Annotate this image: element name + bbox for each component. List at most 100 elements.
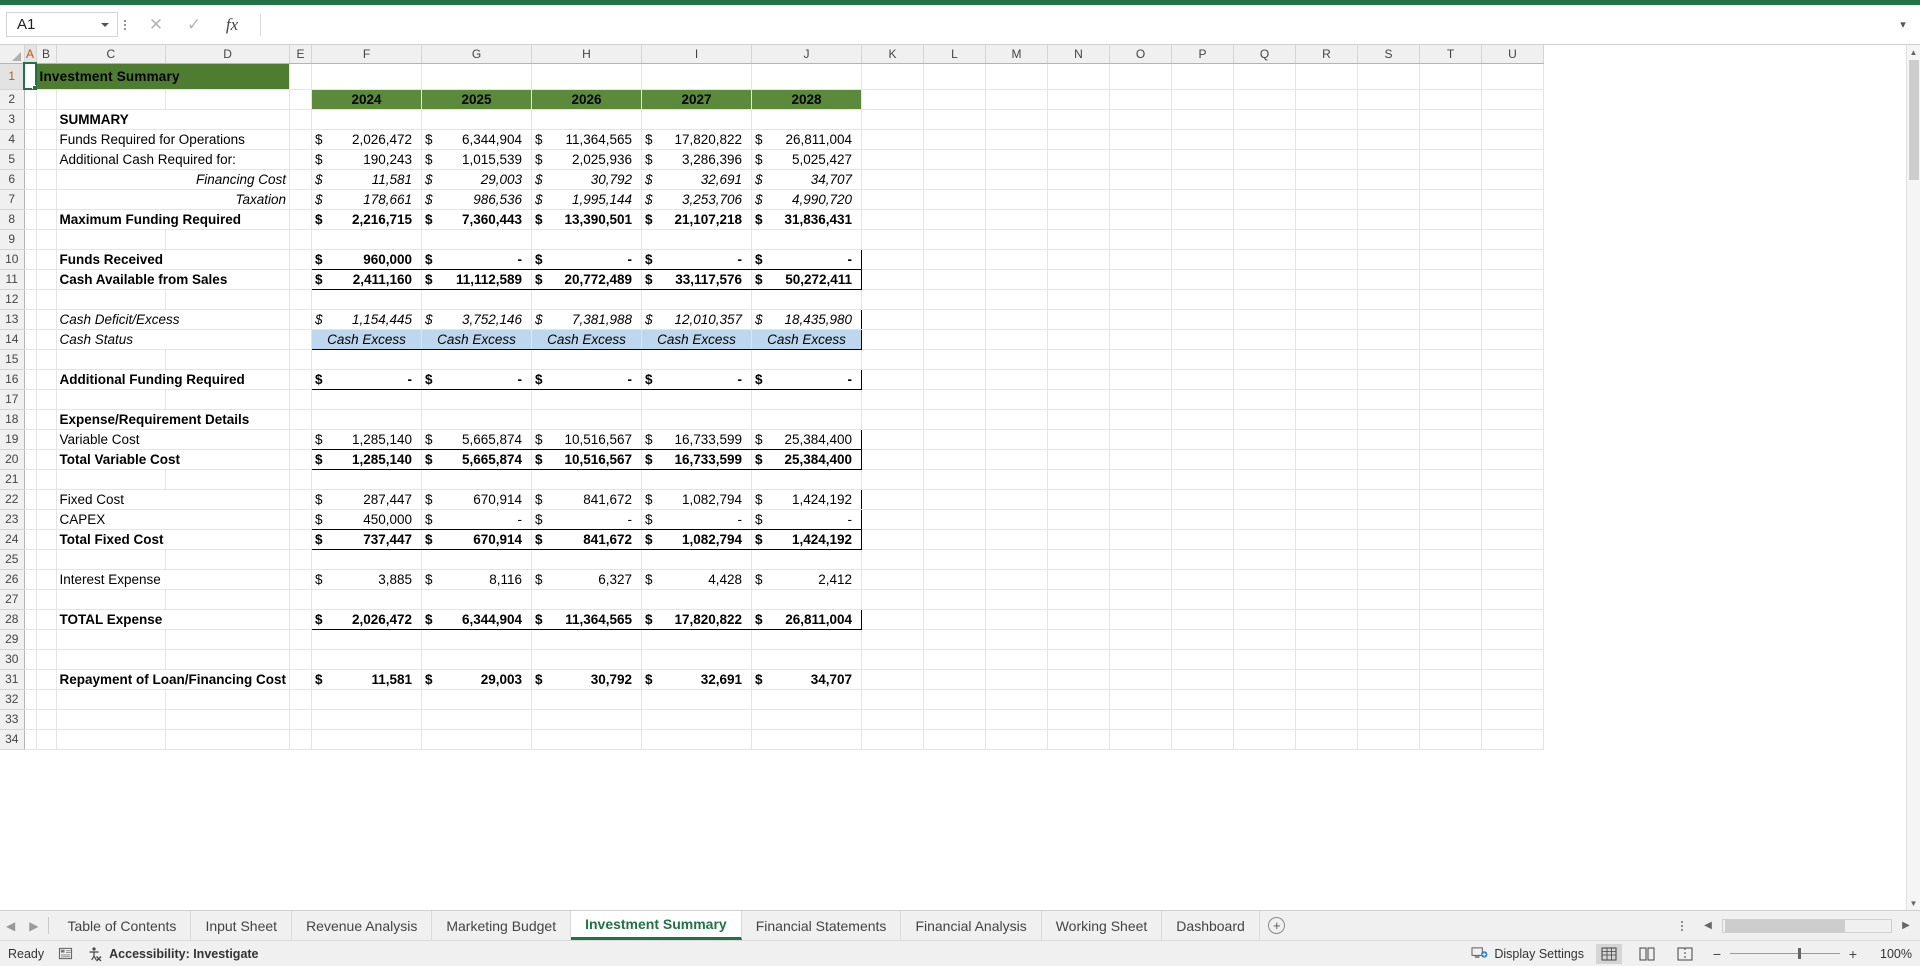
cell-B29[interactable] (36, 629, 57, 650)
cell-B24[interactable] (36, 529, 57, 550)
cell-A19[interactable] (24, 429, 37, 450)
cell-P3[interactable] (1171, 109, 1235, 130)
cell-K25[interactable] (861, 549, 925, 570)
confirm-entry-icon[interactable]: ✓ (175, 12, 213, 38)
cell-E11[interactable] (289, 269, 313, 290)
cell-N16[interactable] (1047, 369, 1111, 390)
value-F14[interactable]: Cash Excess (311, 329, 423, 350)
cell-A31[interactable] (24, 669, 37, 690)
cell-M32[interactable] (985, 689, 1049, 710)
cell-S18[interactable] (1357, 409, 1421, 430)
cell-Q3[interactable] (1233, 109, 1297, 130)
cell-Q15[interactable] (1233, 349, 1297, 370)
cell-Q10[interactable] (1233, 249, 1297, 270)
cell-P29[interactable] (1171, 629, 1235, 650)
row-header-20[interactable]: 20 (0, 449, 25, 470)
cell-P30[interactable] (1171, 649, 1235, 670)
cell-T17[interactable] (1419, 389, 1483, 410)
column-header-C[interactable]: C (56, 45, 167, 64)
cell-E31[interactable] (289, 669, 313, 690)
row-header-22[interactable]: 22 (0, 489, 25, 510)
cell-U32[interactable] (1481, 689, 1545, 710)
cell-S4[interactable] (1357, 129, 1421, 150)
row-header-24[interactable]: 24 (0, 529, 25, 550)
cell-S28[interactable] (1357, 609, 1421, 630)
cell-Q1[interactable] (1233, 63, 1297, 90)
cell-P1[interactable] (1171, 63, 1235, 90)
cell-H17[interactable] (531, 389, 643, 410)
cell-F32[interactable] (311, 689, 423, 710)
cell-T14[interactable] (1419, 329, 1483, 350)
cell-K11[interactable] (861, 269, 925, 290)
cell-A24[interactable] (24, 529, 37, 550)
row-header-28[interactable]: 28 (0, 609, 25, 630)
cell-O15[interactable] (1109, 349, 1173, 370)
cell-J34[interactable] (751, 729, 863, 750)
cell-L7[interactable] (923, 189, 987, 210)
cell-E10[interactable] (289, 249, 313, 270)
value-H13[interactable]: $7,381,988 (531, 308, 643, 330)
zoom-in-button[interactable]: + (1846, 946, 1860, 962)
cell-B12[interactable] (36, 289, 57, 310)
cell-N21[interactable] (1047, 469, 1111, 490)
cell-G21[interactable] (421, 469, 533, 490)
cell-J17[interactable] (751, 389, 863, 410)
cell-U27[interactable] (1481, 589, 1545, 610)
cell-L19[interactable] (923, 429, 987, 450)
cell-B11[interactable] (36, 269, 57, 290)
cell-U26[interactable] (1481, 569, 1545, 590)
cell-M27[interactable] (985, 589, 1049, 610)
cell-Q32[interactable] (1233, 689, 1297, 710)
horizontal-scrollbar[interactable] (1722, 918, 1892, 933)
cell-L21[interactable] (923, 469, 987, 490)
value-G11[interactable]: $11,112,589 (421, 269, 533, 290)
column-header-M[interactable]: M (985, 45, 1049, 64)
column-header-D[interactable]: D (165, 45, 291, 64)
cell-I18[interactable] (641, 409, 753, 430)
cell-M20[interactable] (985, 449, 1049, 470)
value-I24[interactable]: $1,082,794 (641, 529, 753, 550)
cell-P21[interactable] (1171, 469, 1235, 490)
vertical-scroll-thumb[interactable] (1908, 60, 1919, 180)
cell-S12[interactable] (1357, 289, 1421, 310)
cell-Q9[interactable] (1233, 229, 1297, 250)
cell-T10[interactable] (1419, 249, 1483, 270)
cell-A13[interactable] (24, 309, 37, 330)
cell-L12[interactable] (923, 289, 987, 310)
cell-E12[interactable] (289, 289, 313, 310)
value-I11[interactable]: $33,117,576 (641, 269, 753, 290)
column-header-N[interactable]: N (1047, 45, 1111, 64)
cell-S32[interactable] (1357, 689, 1421, 710)
cell-K3[interactable] (861, 109, 925, 130)
cell-N7[interactable] (1047, 189, 1111, 210)
accessibility-button[interactable]: Accessibility: Investigate (87, 946, 259, 962)
cell-S27[interactable] (1357, 589, 1421, 610)
cell-H30[interactable] (531, 649, 643, 670)
cell-J33[interactable] (751, 709, 863, 730)
cell-O1[interactable] (1109, 63, 1173, 90)
cell-N19[interactable] (1047, 429, 1111, 450)
cell-K29[interactable] (861, 629, 925, 650)
cell-N15[interactable] (1047, 349, 1111, 370)
cell-U2[interactable] (1481, 89, 1545, 110)
cell-K31[interactable] (861, 669, 925, 690)
sheet-tab-dashboard[interactable]: Dashboard (1162, 911, 1260, 940)
cell-A9[interactable] (24, 229, 37, 250)
vertical-scrollbar[interactable]: ▲ ▼ (1906, 45, 1920, 910)
cell-M25[interactable] (985, 549, 1049, 570)
cell-R16[interactable] (1295, 369, 1359, 390)
cell-U5[interactable] (1481, 149, 1545, 170)
cell-B9[interactable] (36, 229, 57, 250)
cell-K18[interactable] (861, 409, 925, 430)
cell-L10[interactable] (923, 249, 987, 270)
cell-P4[interactable] (1171, 129, 1235, 150)
cell-A17[interactable] (24, 389, 37, 410)
value-H26[interactable]: $6,327 (531, 569, 643, 590)
cell-U33[interactable] (1481, 709, 1545, 730)
cell-P26[interactable] (1171, 569, 1235, 590)
cell-P32[interactable] (1171, 689, 1235, 710)
value-G5[interactable]: $1,015,539 (421, 149, 533, 170)
cell-L17[interactable] (923, 389, 987, 410)
cell-E17[interactable] (289, 389, 313, 410)
value-J16[interactable]: $ - (751, 368, 863, 390)
